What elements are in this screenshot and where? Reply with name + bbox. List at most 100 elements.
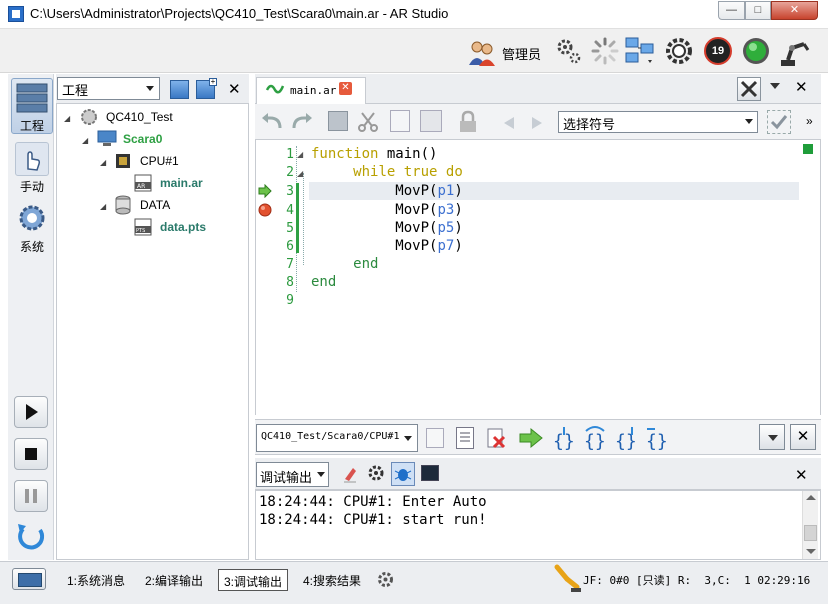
fold-marker-icon[interactable]: ◢ — [297, 150, 303, 159]
status-settings-gear-icon[interactable] — [377, 571, 394, 588]
line-number: 4 — [286, 203, 294, 218]
redo-icon[interactable] — [290, 110, 314, 134]
chevron-down-icon — [317, 472, 325, 477]
chevron-down-icon — [404, 436, 412, 441]
breakpoint-icon[interactable] — [258, 203, 272, 217]
pts-file-icon: PTS — [134, 218, 154, 236]
window-title: C:\Users\Administrator\Projects\QC410_Te… — [30, 6, 449, 21]
debug-menu-button[interactable] — [759, 424, 785, 450]
monitor-icon[interactable] — [12, 568, 46, 590]
copy-icon[interactable] — [390, 110, 410, 132]
loading-spinner-icon — [590, 36, 620, 66]
output-close-button[interactable]: ✕ — [795, 466, 808, 484]
step-into-icon[interactable]: {} — [552, 425, 576, 452]
indent-right-icon[interactable] — [528, 114, 546, 132]
project-gear-icon — [79, 107, 99, 127]
check-icon[interactable] — [767, 110, 791, 134]
eraser-icon[interactable] — [343, 465, 357, 483]
tab-menu-chevron-icon[interactable] — [770, 83, 780, 89]
run-to-cursor-icon[interactable]: {} — [645, 425, 669, 452]
line-number: 7 — [286, 257, 294, 272]
code-arg: p3 — [437, 202, 455, 218]
changed-lines-bar — [296, 183, 299, 253]
mode-system-button[interactable]: 系统 — [11, 200, 53, 256]
tab-close-button[interactable]: ✕ — [339, 82, 352, 95]
close-window-button[interactable]: ✕ — [771, 1, 818, 20]
tree-node-robot[interactable]: ◢ Scara0 — [82, 130, 162, 146]
symbol-select[interactable]: 选择符号 — [558, 111, 758, 133]
code-arg: p5 — [437, 220, 455, 236]
cpu-chip-icon — [114, 152, 132, 170]
gears-icon[interactable] — [553, 36, 583, 66]
run-path-select[interactable]: QC410_Test/Scara0/CPU#1 — [256, 424, 418, 452]
new-file-icon[interactable] — [170, 80, 189, 99]
keyword: end — [311, 274, 337, 290]
chevron-down-icon — [146, 86, 154, 91]
robot-arm-icon[interactable] — [778, 36, 810, 66]
tab-main-label: main.ar — [290, 84, 337, 97]
code-line-8: end — [311, 274, 336, 290]
step-out-icon[interactable]: {} — [614, 425, 638, 452]
svg-text:PTS: PTS — [136, 228, 145, 234]
undo-icon[interactable] — [260, 110, 284, 134]
keyword: end — [353, 256, 379, 272]
indent-left-icon[interactable] — [500, 114, 518, 132]
cut-icon[interactable] — [356, 110, 380, 134]
line-number: 6 — [286, 239, 294, 254]
run-button[interactable] — [14, 396, 48, 428]
debug-close-button[interactable]: ✕ — [790, 424, 816, 450]
paste-icon[interactable] — [420, 110, 442, 132]
speed-value: 19 — [711, 45, 725, 57]
line-number: 8 — [286, 275, 294, 290]
debug-bug-icon[interactable] — [391, 462, 415, 486]
project-view-select[interactable]: 工程 — [57, 77, 160, 100]
code-text: MovP — [395, 202, 430, 218]
svg-text:{}: {} — [584, 431, 606, 451]
output-settings-gear-icon[interactable] — [367, 464, 385, 482]
chevron-down-icon — [745, 119, 753, 124]
maximize-button[interactable]: □ — [745, 1, 771, 20]
code-arg: p1 — [437, 183, 455, 199]
line-number: 3 — [286, 184, 294, 199]
clear-build-icon[interactable] — [486, 427, 506, 449]
reset-icon[interactable] — [14, 520, 48, 554]
svg-text:AR: AR — [137, 183, 145, 190]
project-panel — [56, 74, 249, 560]
build-icon[interactable] — [426, 428, 444, 448]
tree-node-project[interactable]: ◢ QC410_Test — [64, 109, 173, 125]
tools-icon[interactable] — [737, 77, 761, 101]
project-panel-close-button[interactable]: ✕ — [228, 80, 241, 98]
editor-close-button[interactable]: ✕ — [795, 78, 808, 96]
pause-button[interactable] — [14, 480, 48, 512]
lock-icon[interactable] — [456, 110, 480, 134]
code-text: MovP — [395, 238, 430, 254]
network-icon[interactable] — [624, 36, 654, 66]
tab-system-messages[interactable]: 1:系统消息 — [62, 569, 130, 591]
go-arrow-icon[interactable] — [518, 427, 544, 449]
output-scrollbar[interactable] — [802, 491, 818, 559]
mode-manual-button[interactable]: 手动 — [11, 140, 53, 196]
chevron-down-icon — [768, 435, 778, 441]
tree-node-data-folder[interactable]: ◢ DATA — [100, 195, 170, 215]
output-line: 18:24:44: CPU#1: start run! — [259, 512, 487, 528]
add-file-icon[interactable]: + — [196, 78, 217, 99]
mode-project-button[interactable]: 工程 — [11, 78, 53, 134]
compile-icon[interactable] — [456, 427, 474, 449]
status-light-icon — [741, 36, 771, 66]
more-tools-button[interactable]: » — [806, 114, 813, 128]
settings-gear-icon[interactable] — [664, 36, 694, 66]
minimize-button[interactable]: — — [718, 1, 745, 20]
tab-debug-output[interactable]: 3:调试输出 — [218, 569, 289, 591]
step-over-icon[interactable]: {} — [583, 425, 607, 452]
tab-compile-output[interactable]: 2:编译输出 — [140, 569, 208, 591]
tab-search-results[interactable]: 4:搜索结果 — [298, 569, 366, 591]
console-icon[interactable] — [421, 465, 439, 481]
fold-marker-icon[interactable]: ◢ — [297, 169, 303, 178]
output-panel-header — [255, 458, 821, 490]
tree-node-cpu[interactable]: ◢ CPU#1 — [100, 154, 179, 168]
database-icon — [114, 195, 132, 215]
save-icon[interactable] — [328, 111, 348, 131]
stop-button[interactable] — [14, 438, 48, 470]
project-list-icon — [15, 81, 49, 115]
user-icon[interactable] — [467, 39, 497, 67]
